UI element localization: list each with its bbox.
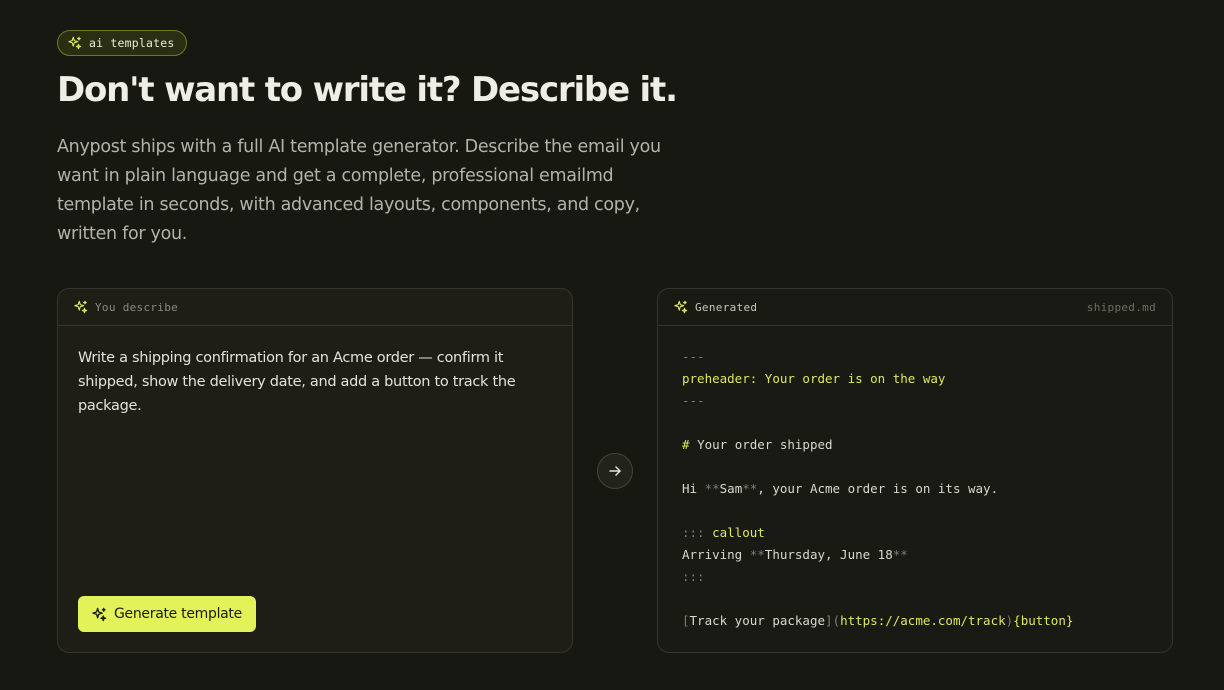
generated-code: --- preheader: Your order is on the way … [682,346,1073,632]
sparkles-icon [674,300,688,314]
generate-template-button[interactable]: Generate template [78,596,256,632]
describe-panel-header: You describe [58,289,572,326]
code-line: [Track your package](https://acme.com/tr… [682,613,1074,628]
prompt-text[interactable]: Write a shipping confirmation for an Acm… [78,346,538,418]
code-line: --- [682,393,705,408]
sparkles-icon [92,607,107,622]
generated-panel-title: Generated [695,300,758,314]
code-line: Arriving **Thursday, June 18** [682,547,908,562]
sparkles-icon [68,36,82,50]
badge-label: ai templates [89,36,175,50]
lead-paragraph: Anypost ships with a full AI template ge… [57,137,661,244]
page-title: Don't want to write it? Describe it. [57,70,678,110]
sparkles-icon [74,300,88,314]
code-line: ::: [682,569,705,584]
generate-template-label: Generate template [114,606,242,622]
filename-label: shipped.md [1086,300,1156,314]
describe-panel: You describe Write a shipping confirmati… [57,288,573,653]
code-line: preheader: Your order is on the way [682,371,946,386]
describe-panel-title: You describe [95,300,179,314]
code-line: Hi **Sam**, your Acme order is on its wa… [682,481,999,496]
arrow-right-icon [608,464,622,478]
code-line: --- [682,349,705,364]
code-line: # Your order shipped [682,437,833,452]
arrow-right-button[interactable] [597,453,633,489]
code-line: ::: callout [682,525,765,540]
generated-panel: Generated shipped.md --- preheader: Your… [657,288,1173,653]
ai-templates-badge: ai templates [57,30,188,56]
generated-panel-header: Generated shipped.md [658,289,1172,326]
